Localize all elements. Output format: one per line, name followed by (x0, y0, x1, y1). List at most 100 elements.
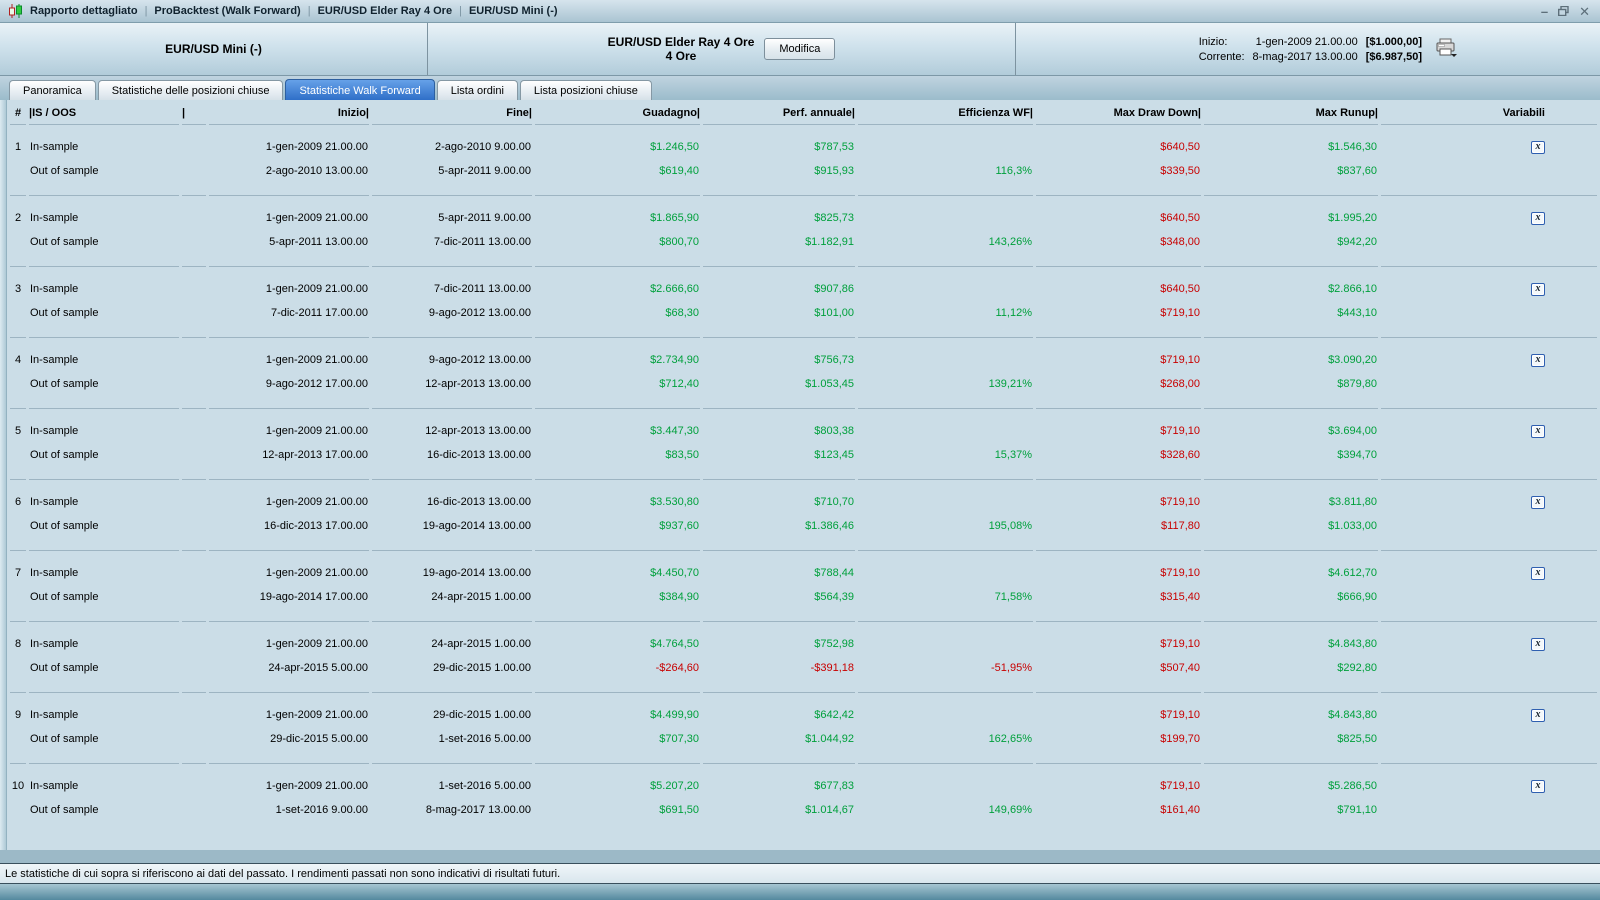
table-row-out-of-sample: Out of sample 24-apr-2015 5.00.00 29-dic… (10, 656, 1597, 692)
cell-guadagno: -$264,60 (535, 656, 700, 692)
cell-separator (182, 656, 206, 692)
variables-icon[interactable]: x (1531, 354, 1545, 367)
variables-icon[interactable]: x (1531, 780, 1545, 793)
cell-efficienza-wf: 149,69% (858, 798, 1033, 834)
variables-icon[interactable]: x (1531, 709, 1545, 722)
cell-inizio: 9-ago-2012 17.00.00 (209, 372, 369, 408)
tab-statistiche-walk-forward[interactable]: Statistiche Walk Forward (285, 79, 434, 100)
cell-separator (182, 159, 206, 195)
variables-icon[interactable]: x (1531, 425, 1545, 438)
cell-efficienza-wf (858, 692, 1033, 727)
cell-guadagno: $1.865,90 (535, 195, 700, 230)
cell-guadagno: $2.734,90 (535, 337, 700, 372)
cell-perf-annuale: $788,44 (703, 550, 855, 585)
cell-variabili: x (1381, 408, 1597, 443)
cell-max-runup: $1.546,30 (1204, 124, 1378, 159)
cell-max-drawdown: $315,40 (1036, 585, 1201, 621)
variables-icon[interactable]: x (1531, 141, 1545, 154)
tab-lista-posizioni-chiuse[interactable]: Lista posizioni chiuse (520, 80, 652, 100)
cell-guadagno: $691,50 (535, 798, 700, 834)
variables-icon[interactable]: x (1531, 283, 1545, 296)
cell-max-runup: $3.090,20 (1204, 337, 1378, 372)
cell-separator (182, 479, 206, 514)
tab-statistiche-delle-posizioni-chiuse[interactable]: Statistiche delle posizioni chiuse (98, 80, 284, 100)
wf-group: 10 In-sample 1-gen-2009 21.00.00 1-set-2… (10, 763, 1597, 834)
cell-period-number (10, 585, 26, 621)
cell-period-number (10, 656, 26, 692)
cell-variabili (1381, 656, 1597, 692)
cell-guadagno: $4.450,70 (535, 550, 700, 585)
column-header: Max Draw Down| (1036, 100, 1201, 124)
cell-variabili (1381, 514, 1597, 550)
cell-variabili: x (1381, 195, 1597, 230)
cell-inizio: 12-apr-2013 17.00.00 (209, 443, 369, 479)
cell-variabili (1381, 301, 1597, 337)
table-header-row: #|IS / OOS|Inizio|Fine|Guadagno|Perf. an… (10, 100, 1597, 124)
cell-guadagno: $1.246,50 (535, 124, 700, 159)
table-row-in-sample: 7 In-sample 1-gen-2009 21.00.00 19-ago-2… (10, 550, 1597, 585)
cell-perf-annuale: $1.014,67 (703, 798, 855, 834)
restore-icon[interactable] (1558, 6, 1569, 16)
variables-icon[interactable]: x (1531, 496, 1545, 509)
instrument-name: EUR/USD Mini (-) (165, 42, 262, 56)
cell-max-drawdown: $161,40 (1036, 798, 1201, 834)
cell-fine: 7-dic-2011 13.00.00 (372, 266, 532, 301)
cell-max-drawdown: $719,10 (1036, 550, 1201, 585)
cell-guadagno: $4.499,90 (535, 692, 700, 727)
content-bottom-gap (0, 850, 1600, 863)
cell-separator (182, 550, 206, 585)
cell-guadagno: $2.666,60 (535, 266, 700, 301)
tab-panoramica[interactable]: Panoramica (9, 80, 96, 100)
cell-period-number: 6 (10, 479, 26, 514)
cell-separator (182, 621, 206, 656)
cell-max-drawdown: $339,50 (1036, 159, 1201, 195)
cell-inizio: 1-gen-2009 21.00.00 (209, 408, 369, 443)
cell-max-runup: $4.843,80 (1204, 621, 1378, 656)
cell-max-runup: $3.694,00 (1204, 408, 1378, 443)
corrente-date: 8-mag-2017 13.00.00 (1253, 51, 1358, 63)
cell-period-number (10, 443, 26, 479)
cell-sample-label: In-sample (29, 195, 179, 230)
cell-guadagno: $619,40 (535, 159, 700, 195)
cell-efficienza-wf: 143,26% (858, 230, 1033, 266)
cell-period-number (10, 159, 26, 195)
cell-max-drawdown: $719,10 (1036, 692, 1201, 727)
minimize-icon[interactable]: – (1541, 5, 1548, 18)
variables-icon[interactable]: x (1531, 212, 1545, 225)
cell-separator (182, 266, 206, 301)
inizio-date: 1-gen-2009 21.00.00 (1253, 36, 1358, 48)
tab-lista-ordini[interactable]: Lista ordini (437, 80, 518, 100)
cell-sample-label: Out of sample (29, 727, 179, 763)
cell-efficienza-wf: -51,95% (858, 656, 1033, 692)
cell-max-drawdown: $640,50 (1036, 266, 1201, 301)
cell-guadagno: $384,90 (535, 585, 700, 621)
cell-period-number (10, 230, 26, 266)
variables-icon[interactable]: x (1531, 638, 1545, 651)
cell-max-drawdown: $640,50 (1036, 124, 1201, 159)
strategy-name: EUR/USD Elder Ray 4 Ore 4 Ore (608, 35, 755, 63)
cell-variabili: x (1381, 763, 1597, 798)
cell-perf-annuale: $752,98 (703, 621, 855, 656)
table-row-out-of-sample: Out of sample 5-apr-2011 13.00.00 7-dic-… (10, 230, 1597, 266)
corrente-amount: [$6.987,50] (1366, 51, 1422, 63)
close-icon[interactable]: ✕ (1579, 5, 1590, 18)
table-row-out-of-sample: Out of sample 7-dic-2011 17.00.00 9-ago-… (10, 301, 1597, 337)
cell-period-number: 2 (10, 195, 26, 230)
tab-bar: PanoramicaStatistiche delle posizioni ch… (0, 76, 1600, 100)
cell-max-runup: $4.843,80 (1204, 692, 1378, 727)
cell-efficienza-wf (858, 337, 1033, 372)
cell-max-runup: $1.033,00 (1204, 514, 1378, 550)
print-icon[interactable] (1434, 38, 1458, 61)
cell-guadagno: $3.447,30 (535, 408, 700, 443)
cell-sample-label: Out of sample (29, 798, 179, 834)
titlebar-item: Rapporto dettagliato (30, 5, 138, 17)
cell-fine: 16-dic-2013 13.00.00 (372, 443, 532, 479)
table-row-out-of-sample: Out of sample 9-ago-2012 17.00.00 12-apr… (10, 372, 1597, 408)
cell-max-drawdown: $719,10 (1036, 301, 1201, 337)
cell-fine: 9-ago-2012 13.00.00 (372, 337, 532, 372)
table-row-in-sample: 3 In-sample 1-gen-2009 21.00.00 7-dic-20… (10, 266, 1597, 301)
variables-icon[interactable]: x (1531, 567, 1545, 580)
cell-sample-label: In-sample (29, 408, 179, 443)
modify-button[interactable]: Modifica (764, 38, 835, 60)
cell-max-runup: $879,80 (1204, 372, 1378, 408)
